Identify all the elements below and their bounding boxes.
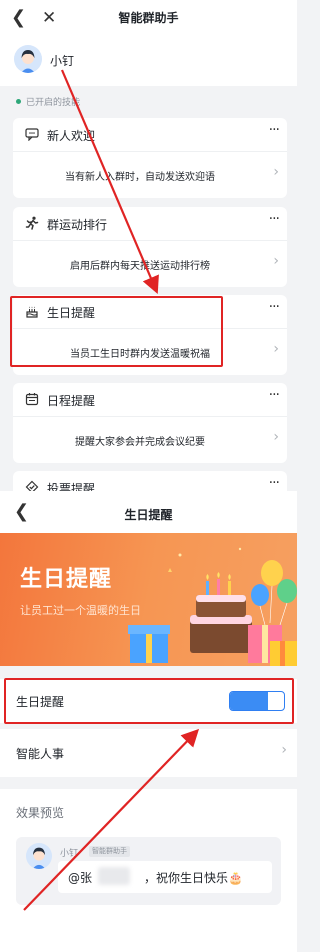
avatar	[14, 45, 42, 73]
card-header: 群运动排行 ···	[13, 207, 287, 241]
card-title: 群运动排行	[47, 218, 108, 232]
skill-card-welcome[interactable]: 新人欢迎 ··· 当有新人入群时，自动发送欢迎语 ›	[13, 118, 287, 198]
section-label: 已开启的技能	[26, 98, 81, 108]
birthday-banner: 生日提醒 让员工过一个温暖的生日	[0, 533, 297, 666]
chat-icon	[24, 127, 40, 143]
banner-title: 生日提醒	[20, 567, 113, 592]
more-icon[interactable]: ···	[269, 122, 280, 138]
blurred-name	[98, 867, 130, 885]
skills-screen: ❮ ✕ 智能群助手 小钉 已开启的技能 新人欢迎 ··· 当有新人入群时，自动发…	[0, 0, 297, 491]
preview-section: 效果预览 小钉 智能群助手 @张 ，祝你生日快乐🎂	[0, 789, 297, 952]
skill-card-sports[interactable]: 群运动排行 ··· 启用后群内每天推送运动排行榜 ›	[13, 207, 287, 287]
mention: @张	[68, 871, 93, 885]
top-nav: ❮ 生日提醒	[0, 491, 297, 533]
preview-title: 效果预览	[16, 806, 65, 820]
card-title: 投票提醒	[47, 482, 96, 491]
card-description: 当有新人入群时，自动发送欢迎语	[65, 172, 215, 183]
status-dot	[16, 99, 21, 104]
highlight-box	[4, 678, 294, 724]
chevron-right-icon[interactable]: ›	[273, 341, 279, 357]
card-description: 提醒大家参会并完成会议纪要	[75, 437, 205, 448]
card-header: 投票提醒 ···	[13, 471, 287, 491]
chevron-right-icon[interactable]: ›	[273, 253, 279, 269]
calendar-icon	[24, 392, 40, 408]
top-nav: ❮ ✕ 智能群助手	[0, 0, 297, 36]
vote-icon	[24, 480, 40, 491]
birthday-settings-screen: ❮ 生日提醒 生日提醒 让员工过一个温暖的生日 生日提醒 智能人事 › 效果预览…	[0, 491, 297, 952]
more-icon[interactable]: ···	[269, 387, 280, 403]
more-icon[interactable]: ···	[269, 475, 280, 491]
card-title: 新人欢迎	[47, 129, 96, 143]
row-label: 智能人事	[16, 747, 65, 761]
more-icon[interactable]: ···	[269, 211, 280, 227]
card-title: 日程提醒	[47, 394, 96, 408]
more-icon[interactable]: ···	[269, 299, 280, 315]
card-header: 日程提醒 ···	[13, 383, 287, 417]
birthday-illustration	[128, 547, 297, 666]
chevron-right-icon[interactable]: ›	[273, 429, 279, 445]
bot-tag: 智能群助手	[89, 846, 130, 857]
page-title: 生日提醒	[124, 508, 173, 522]
skill-card-vote[interactable]: 投票提醒 ···	[13, 471, 287, 491]
sender-name: 小钉	[60, 849, 79, 859]
chevron-right-icon[interactable]: ›	[281, 742, 287, 758]
card-header: 新人欢迎 ···	[13, 118, 287, 152]
message-text: ，祝你生日快乐🎂	[144, 871, 243, 885]
page-title: 智能群助手	[118, 11, 179, 25]
smart-hr-row[interactable]: 智能人事 ›	[0, 729, 297, 777]
running-icon	[24, 216, 40, 232]
chevron-right-icon[interactable]: ›	[273, 164, 279, 180]
bot-header[interactable]: 小钉	[0, 36, 297, 86]
skill-card-schedule[interactable]: 日程提醒 ··· 提醒大家参会并完成会议纪要 ›	[13, 383, 287, 463]
message-bubble: @张 ，祝你生日快乐🎂	[58, 861, 272, 893]
avatar	[26, 843, 52, 869]
highlight-box	[10, 296, 223, 367]
card-description: 启用后群内每天推送运动排行榜	[70, 261, 210, 272]
preview-message: 小钉 智能群助手 @张 ，祝你生日快乐🎂	[16, 837, 281, 905]
bot-name: 小钉	[50, 54, 75, 68]
